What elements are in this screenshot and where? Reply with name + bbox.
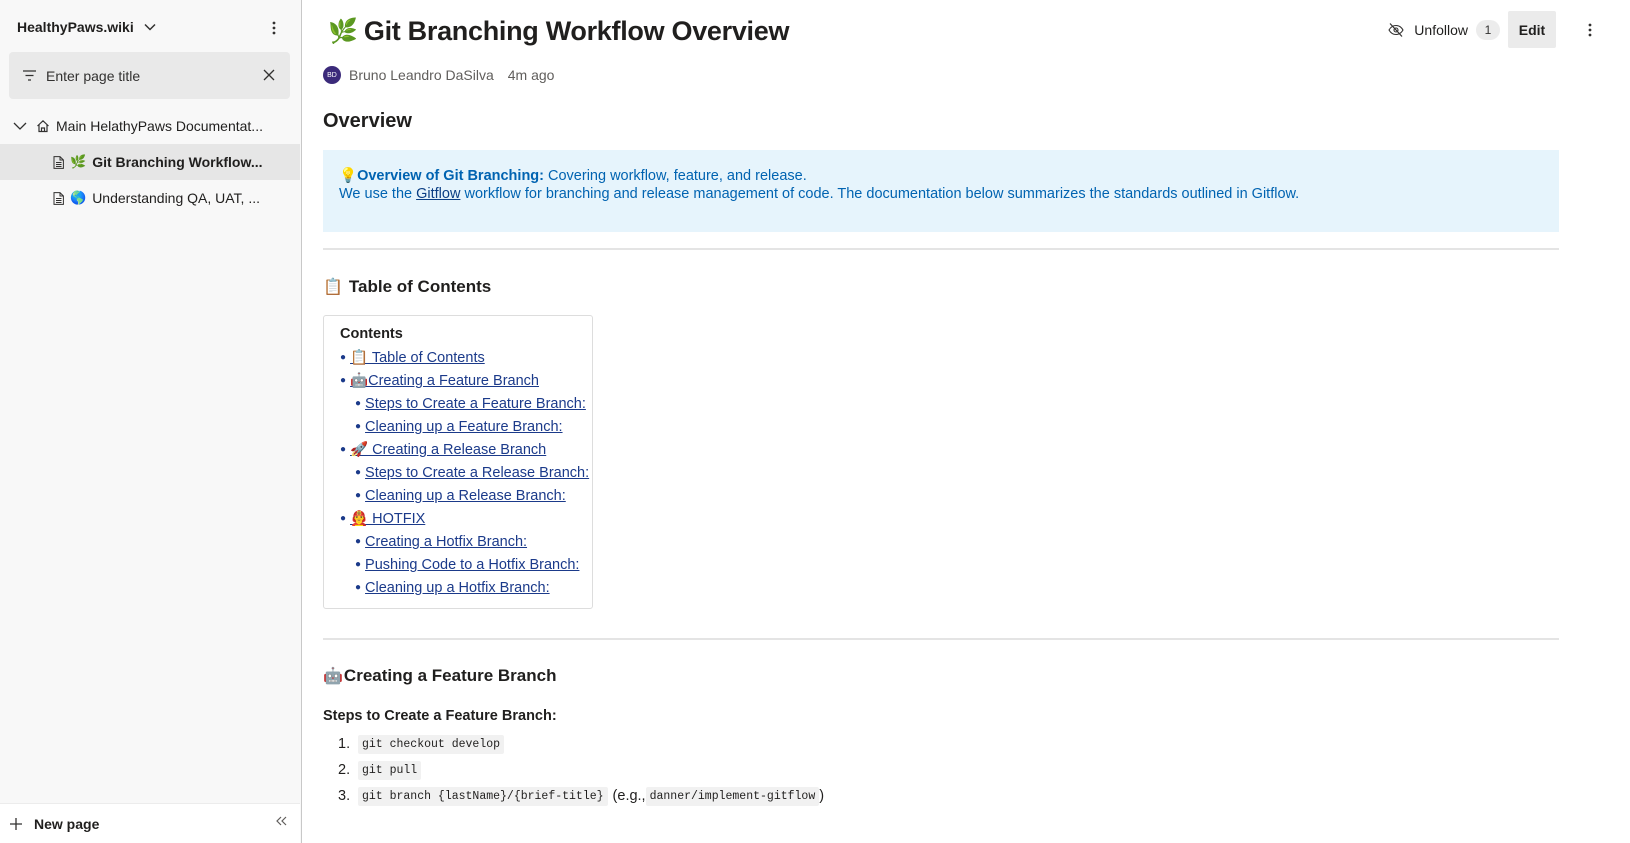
- step-number: 3.: [338, 788, 351, 804]
- divider: [323, 248, 1559, 250]
- avatar[interactable]: BD: [323, 66, 341, 84]
- timestamp: 4m ago: [507, 67, 555, 83]
- toc-item: ● Creating a Hotfix Branch:: [355, 534, 528, 550]
- example-prefix: (e.g.,: [612, 788, 646, 804]
- list-item: 1. git checkout develop: [323, 731, 1559, 757]
- title-emoji: 🌿: [328, 17, 358, 45]
- toc-link[interactable]: Cleaning up a Hotfix Branch:: [365, 580, 550, 596]
- step-number: 2.: [338, 762, 351, 778]
- code-snippet: git checkout develop: [358, 734, 505, 754]
- list-item: 3. git branch {lastName}/{brief-title} (…: [323, 783, 1559, 809]
- tree-item-understanding-qa[interactable]: 🌎 Understanding QA, UAT, ...: [0, 180, 300, 216]
- tree-item-root[interactable]: Main HelathyPaws Documentat...: [0, 108, 300, 144]
- steps-list: 1. git checkout develop 2. git pull 3. g…: [323, 731, 1559, 809]
- toc-item: ● Cleaning up a Feature Branch:: [355, 419, 563, 435]
- example-suffix: ): [819, 788, 825, 804]
- overview-heading: Overview: [323, 110, 412, 132]
- close-icon[interactable]: [260, 66, 278, 84]
- app-root: HealthyPaws.wiki Enter page title Main H…: [0, 0, 1630, 843]
- info-callout: 💡Overview of Git Branching: Covering wor…: [323, 150, 1559, 232]
- sidebar: HealthyPaws.wiki Enter page title Main H…: [0, 0, 302, 843]
- callout-line2-post: workflow for branching and release manag…: [460, 186, 1300, 202]
- tree-item-label: Understanding QA, UAT, ...: [92, 190, 261, 206]
- steps-heading: Steps to Create a Feature Branch:: [323, 708, 557, 724]
- wiki-selector[interactable]: HealthyPaws.wiki: [0, 0, 301, 54]
- page-icon: [53, 155, 64, 169]
- code-snippet: git pull: [358, 760, 422, 780]
- wiki-name[interactable]: HealthyPaws.wiki: [17, 19, 134, 35]
- toc-link[interactable]: Pushing Code to a Hotfix Branch:: [365, 557, 579, 573]
- callout-bold: Overview of Git Branching:: [357, 168, 544, 184]
- code-snippet: git branch {lastName}/{brief-title}: [358, 786, 608, 806]
- toc-section-label: Table of Contents: [348, 277, 492, 296]
- unfollow-button[interactable]: Unfollow: [1380, 12, 1476, 48]
- clipboard-icon: 📋: [323, 279, 343, 296]
- page-icon: [53, 191, 64, 205]
- main-content: 🌿 Git Branching Workflow Overview Unfoll…: [302, 0, 1630, 843]
- follower-count-badge: 1: [1476, 19, 1500, 40]
- sidebar-footer: New page: [0, 803, 300, 843]
- toc-link[interactable]: Creating a Hotfix Branch:: [365, 534, 527, 550]
- toc-link[interactable]: 🚀 Creating a Release Branch: [350, 442, 546, 458]
- toc-item: ● 👨‍🚒 HOTFIX: [340, 511, 426, 527]
- step-number: 1.: [338, 736, 351, 752]
- chevron-down-icon[interactable]: [144, 23, 156, 31]
- tree-item-label: Git Branching Workflow...: [92, 154, 263, 170]
- code-snippet: danner/implement-gitflow: [645, 786, 820, 806]
- toc-item: ● 🚀 Creating a Release Branch: [340, 442, 547, 458]
- toc-section-heading: 📋 Table of Contents: [323, 276, 1559, 298]
- unfollow-label: Unfollow: [1414, 21, 1468, 38]
- toc-item: ● Pushing Code to a Hotfix Branch:: [355, 557, 580, 573]
- wiki-body: Overview 💡Overview of Git Branching: Cov…: [323, 110, 1559, 809]
- page-tree: Main HelathyPaws Documentat... 🌿 Git Bra…: [0, 108, 300, 216]
- filter-icon: [23, 68, 36, 84]
- toc-item: ● 📋 Table of Contents: [340, 350, 485, 366]
- tree-item-emoji: 🌎: [70, 190, 87, 205]
- eye-off-icon: [1388, 22, 1404, 37]
- toc-item: ● 🤖Creating a Feature Branch: [340, 373, 539, 389]
- toc-item: ● Cleaning up a Release Branch:: [355, 488, 566, 504]
- tree-item-emoji: 🌿: [70, 154, 87, 169]
- more-options-icon[interactable]: [1574, 12, 1606, 48]
- feature-branch-label: Creating a Feature Branch: [343, 666, 557, 685]
- lightbulb-icon: 💡: [339, 168, 358, 184]
- toc-link[interactable]: 🤖Creating a Feature Branch: [350, 373, 539, 389]
- toc-link[interactable]: 📋 Table of Contents: [350, 350, 485, 366]
- toc-item: ● Steps to Create a Release Branch:: [355, 465, 590, 481]
- callout-line2-pre: We use the: [339, 186, 417, 202]
- toc-item: ● Steps to Create a Feature Branch:: [355, 396, 586, 412]
- toc-link[interactable]: Cleaning up a Release Branch:: [365, 488, 566, 504]
- toc-link[interactable]: Cleaning up a Feature Branch:: [365, 419, 563, 435]
- collapse-sidebar-icon[interactable]: [276, 816, 288, 826]
- plus-icon: [10, 817, 22, 830]
- list-item: 2. git pull: [323, 757, 1559, 783]
- edit-button[interactable]: Edit: [1508, 11, 1556, 48]
- toc-link[interactable]: 👨‍🚒 HOTFIX: [350, 511, 425, 527]
- page-title: Git Branching Workflow Overview: [363, 15, 790, 46]
- new-page-button[interactable]: New page: [10, 816, 99, 832]
- chevron-down-icon[interactable]: [13, 122, 27, 130]
- toc-list: ● 📋 Table of Contents ● 🤖Creating a Featur…: [340, 347, 592, 600]
- page-filter[interactable]: [9, 52, 290, 99]
- home-icon: [36, 119, 50, 133]
- toc-link[interactable]: Steps to Create a Release Branch:: [365, 465, 589, 481]
- tree-item-git-branching[interactable]: 🌿 Git Branching Workflow...: [0, 144, 300, 180]
- more-options-icon[interactable]: [264, 18, 284, 38]
- new-page-label: New page: [34, 815, 100, 832]
- divider: [323, 638, 1559, 640]
- toc-heading: Contents: [340, 326, 403, 342]
- author-name[interactable]: Bruno Leandro DaSilva: [349, 67, 494, 83]
- toc-link[interactable]: Steps to Create a Feature Branch:: [365, 396, 586, 412]
- toc-item: ● Cleaning up a Hotfix Branch:: [355, 580, 550, 596]
- tree-item-label: Main HelathyPaws Documentat...: [56, 118, 263, 134]
- author-row: BD Bruno Leandro DaSilva 4m ago: [323, 63, 1630, 87]
- table-of-contents: Contents ● 📋 Table of Contents ● 🤖Creating…: [323, 315, 593, 609]
- callout-text: Covering workflow, feature, and release.: [543, 168, 807, 184]
- feature-branch-heading: 🤖 Creating a Feature Branch: [323, 665, 1559, 687]
- page-filter-input[interactable]: [46, 67, 246, 84]
- gitflow-link[interactable]: Gitflow: [416, 186, 460, 202]
- page-actions: Unfollow 1 Edit: [1380, 11, 1606, 48]
- robot-icon: 🤖: [323, 668, 343, 685]
